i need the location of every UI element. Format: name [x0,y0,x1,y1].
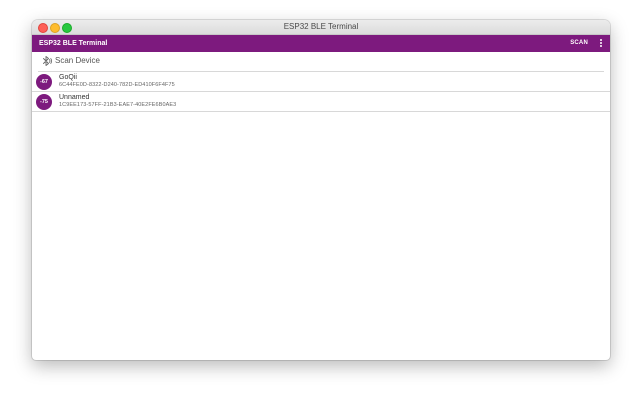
app-window: ESP32 BLE Terminal ESP32 BLE Terminal SC… [32,20,610,360]
app-title: ESP32 BLE Terminal [39,40,108,47]
device-list-item[interactable]: -75 Unnamed 1C9EE173-57FF-21B3-EAE7-40E2… [32,92,610,112]
device-name: Unnamed [59,94,90,101]
device-name: GoQii [59,74,77,81]
device-uuid: 1C9EE173-57FF-21B3-EAE7-40E2FE6B0AE3 [59,102,177,108]
rssi-badge: -67 [36,74,52,90]
device-uuid: 6C44FE0D-8322-D240-782D-ED410F6F4F75 [59,82,175,88]
device-list-item[interactable]: -67 GoQii 6C44FE0D-8322-D240-782D-ED410F… [32,72,610,92]
more-vert-icon[interactable] [598,39,604,49]
bluetooth-searching-icon [43,56,52,66]
window-title: ESP32 BLE Terminal [283,22,359,31]
rssi-badge: -75 [36,94,52,110]
app-bar: ESP32 BLE Terminal SCAN [32,35,610,52]
scan-device-row[interactable]: Scan Device [38,52,604,72]
window-titlebar: ESP32 BLE Terminal [32,20,610,35]
scan-device-label: Scan Device [55,56,100,65]
scan-button[interactable]: SCAN [570,35,588,52]
